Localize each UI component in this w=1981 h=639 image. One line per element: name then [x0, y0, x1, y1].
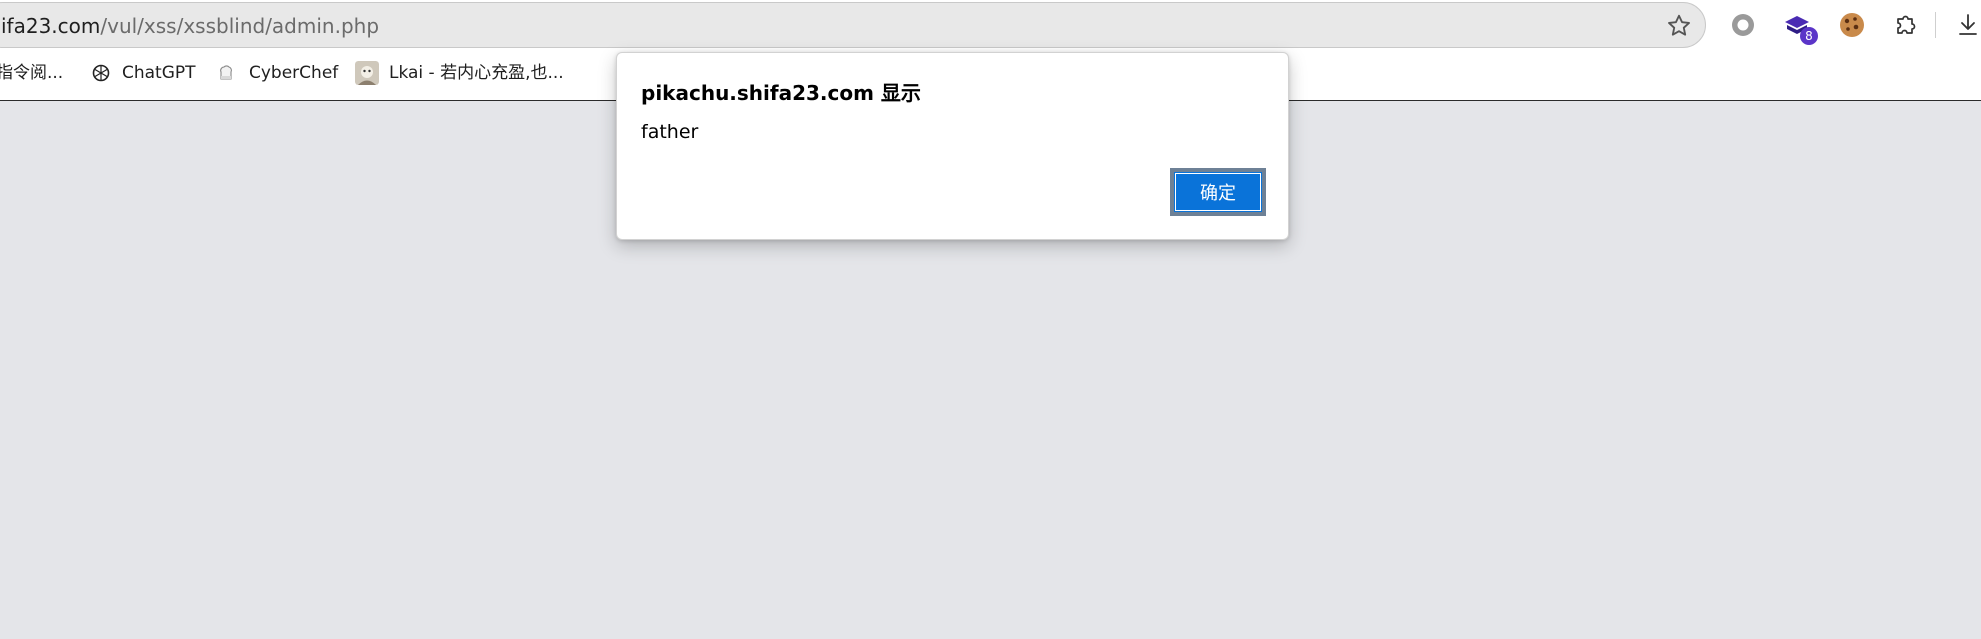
bookmark-label: CyberChef: [249, 63, 339, 83]
url-path: /vul/xss/xssblind/admin.php: [100, 14, 380, 38]
url-host: ifa23.com: [1, 14, 101, 38]
cyberchef-icon: [220, 65, 232, 80]
address-bar[interactable]: ifa23.com/vul/xss/xssblind/admin.php: [0, 2, 1706, 48]
dialog-title: pikachu.shifa23.com 显示: [641, 81, 921, 105]
bookmark-label: Lkai - 若内心充盈,也...: [389, 63, 564, 83]
star-icon[interactable]: [1665, 12, 1693, 40]
toolbar-divider: [1935, 12, 1936, 38]
alert-dialog: pikachu.shifa23.com 显示 father 确定: [616, 52, 1289, 240]
bookmarks-bar: 指令阅... ChatGPT CyberChef Lkai - 若内心充盈,也.…: [0, 58, 600, 88]
chatgpt-icon: [92, 64, 110, 82]
cookie-extension-icon[interactable]: [1837, 10, 1867, 40]
url-text[interactable]: ifa23.com/vul/xss/xssblind/admin.php: [1, 14, 379, 38]
bookmark-label: 指令阅...: [0, 63, 64, 83]
bookmark-label: ChatGPT: [122, 63, 196, 83]
dialog-message: father: [641, 121, 699, 143]
record-extension-icon[interactable]: [1728, 10, 1758, 40]
extension-badge: 8: [1800, 27, 1818, 45]
extensions-puzzle-icon[interactable]: [1890, 10, 1920, 40]
avatar-icon: [355, 61, 379, 85]
ok-button[interactable]: 确定: [1170, 168, 1266, 216]
download-icon[interactable]: [1953, 10, 1981, 40]
